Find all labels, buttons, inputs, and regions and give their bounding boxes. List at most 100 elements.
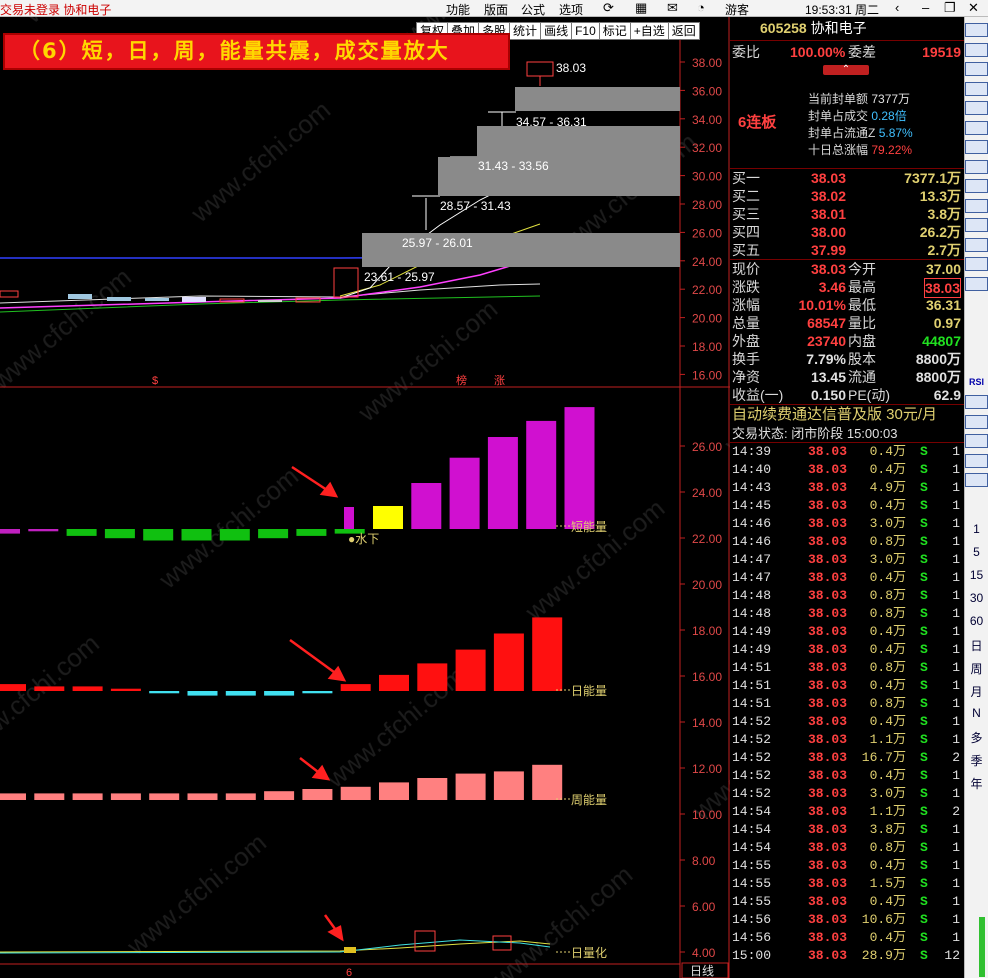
day-energy-bar xyxy=(187,691,218,696)
tick-row: 14:52 38.03 3.0万 S 1 xyxy=(730,785,964,803)
day-energy-bar xyxy=(0,684,26,691)
bid-row[interactable]: 买二 38.02 13.3万 xyxy=(730,187,964,205)
stat-value: 13.45 xyxy=(810,369,846,385)
tick-volume: 3.0万 xyxy=(869,786,906,801)
menu-formula[interactable]: 公式 xyxy=(521,1,545,18)
seal-key: 封单占流通Z xyxy=(808,126,876,140)
bid-row[interactable]: 买五 37.99 2.7万 xyxy=(730,241,964,259)
stats-button[interactable]: 统计 xyxy=(509,22,542,40)
stat-row: 净资 13.45 流通 8800万 xyxy=(730,368,964,386)
mark-button[interactable]: 标记 xyxy=(598,22,631,40)
indicator-tick-label: 22.00 xyxy=(692,532,722,546)
period-button[interactable]: 5 xyxy=(965,545,988,559)
sync-icon[interactable]: ⟳ xyxy=(603,0,614,16)
seal-stats: 当前封单额 7377万 封单占成交 0.28倍 封单占流通Z 5.87% 十日总涨幅 … xyxy=(808,91,913,159)
period-button[interactable]: 30 xyxy=(965,591,988,605)
period-button[interactable]: 季 xyxy=(965,752,988,769)
seal-key: 十日总涨幅 xyxy=(808,143,869,157)
period-button[interactable]: 周 xyxy=(965,660,988,677)
tick-volume: 3.0万 xyxy=(869,552,906,567)
tick-row: 14:45 38.03 0.4万 S 1 xyxy=(730,497,964,515)
clock: 19:53:31 周二 xyxy=(805,3,880,17)
rsi-button[interactable]: RSI xyxy=(965,377,988,387)
bid-row[interactable]: 买一 38.03 7377.1万 xyxy=(730,169,964,187)
close-icon[interactable]: ✕ xyxy=(968,0,979,16)
bid-label: 买三 xyxy=(732,206,760,222)
bid-volume: 3.8万 xyxy=(927,206,961,222)
indicator-tick-label: 16.00 xyxy=(692,670,722,684)
weicha-label: 委差 xyxy=(848,44,876,60)
period-button[interactable]: 60 xyxy=(965,614,988,628)
tick-row: 14:51 38.03 0.8万 S 1 xyxy=(730,659,964,677)
window-title: 交易未登录 协和电子 xyxy=(0,3,112,17)
indicator-tick-label: 12.00 xyxy=(692,762,722,776)
tick-list[interactable]: 14:39 38.03 0.4万 S 1 14:40 38.03 0.4万 S 1 14:43 38.… xyxy=(730,443,964,965)
price-tick-label: 30.00 xyxy=(692,170,722,184)
draw-line-button[interactable]: 画线 xyxy=(540,22,573,40)
tick-side: S xyxy=(920,462,928,477)
add-watchlist-button[interactable]: +自选 xyxy=(629,22,669,40)
f10-button[interactable]: F10 xyxy=(571,22,600,40)
tick-volume: 0.4万 xyxy=(869,858,906,873)
day-energy-label: 日能量 xyxy=(571,684,607,698)
tick-count: 1 xyxy=(952,444,960,459)
seal-row: 十日总涨幅 79.22% xyxy=(808,142,913,159)
stat-value: 37.00 xyxy=(925,261,961,277)
price-tick-label: 36.00 xyxy=(692,84,722,98)
gap-label: 23.61 - 25.97 xyxy=(364,270,435,284)
tick-time: 14:51 xyxy=(732,660,772,675)
bid-row[interactable]: 买三 38.01 3.8万 xyxy=(730,205,964,223)
period-button[interactable]: 月 xyxy=(965,683,988,700)
chart-area[interactable]: www.cfchi.com xyxy=(0,17,730,978)
stat-value: 38.03 xyxy=(810,261,846,277)
gap-label: 34.57 - 36.31 xyxy=(516,115,587,129)
period-button[interactable]: 年 xyxy=(965,775,988,792)
tick-row: 14:49 38.03 0.4万 S 1 xyxy=(730,641,964,659)
user-label[interactable]: 游客 xyxy=(725,1,749,18)
maximize-icon[interactable]: ❐ xyxy=(944,0,956,16)
scrollbar[interactable] xyxy=(979,917,985,977)
bid-price: 37.99 xyxy=(810,242,846,258)
period-button[interactable]: 15 xyxy=(965,568,988,582)
bid-price: 38.00 xyxy=(810,224,846,240)
tick-count: 1 xyxy=(952,876,960,891)
menu-layout[interactable]: 版面 xyxy=(484,1,508,18)
period-button[interactable]: 1 xyxy=(965,522,988,536)
day-energy-bar xyxy=(532,617,563,691)
tick-volume: 0.8万 xyxy=(869,588,906,603)
period-button[interactable]: 日 xyxy=(965,637,988,654)
tick-time: 14:51 xyxy=(732,678,772,693)
tick-price: 38.03 xyxy=(808,912,848,927)
tick-count: 1 xyxy=(952,606,960,621)
bid-volume: 26.2万 xyxy=(919,224,961,240)
menu-function[interactable]: 功能 xyxy=(446,1,470,18)
chat-icon[interactable]: ◔ xyxy=(697,0,705,15)
tick-price: 38.03 xyxy=(808,642,848,657)
tick-side: S xyxy=(920,930,928,945)
week-energy-bar xyxy=(302,789,333,800)
tick-row: 14:52 38.03 16.7万 S 2 xyxy=(730,749,964,767)
minimize-icon[interactable]: – xyxy=(922,0,929,15)
stat-row: 总量 68547 量比 0.97 xyxy=(730,314,964,332)
back-button[interactable]: 返回 xyxy=(667,22,700,40)
bid-row[interactable]: 买四 38.00 26.2万 xyxy=(730,223,964,241)
marker-dollar: $ xyxy=(152,375,158,387)
bid-volume: 7377.1万 xyxy=(904,170,961,186)
short-energy-bar xyxy=(0,529,20,534)
back-icon[interactable]: ‹ xyxy=(895,0,899,15)
period-button[interactable]: N xyxy=(965,706,988,720)
week-energy-bar xyxy=(417,778,448,800)
menu-options[interactable]: 选项 xyxy=(559,1,583,18)
calculator-icon[interactable]: ▦ xyxy=(635,0,647,16)
stat-key: 总量 xyxy=(732,315,760,331)
tick-side: S xyxy=(920,696,928,711)
collapse-icon[interactable]: ⌃ xyxy=(823,65,869,75)
bid-price: 38.01 xyxy=(810,206,846,222)
tick-time: 14:47 xyxy=(732,552,772,567)
tick-time: 14:48 xyxy=(732,606,772,621)
period-button[interactable]: 多 xyxy=(965,729,988,746)
mail-icon[interactable]: ✉ xyxy=(667,0,678,16)
price-tick-label: 22.00 xyxy=(692,283,722,297)
tick-side: S xyxy=(920,444,928,459)
ad-banner[interactable]: 自动续费通达信普及版 30元/月 xyxy=(730,405,964,425)
